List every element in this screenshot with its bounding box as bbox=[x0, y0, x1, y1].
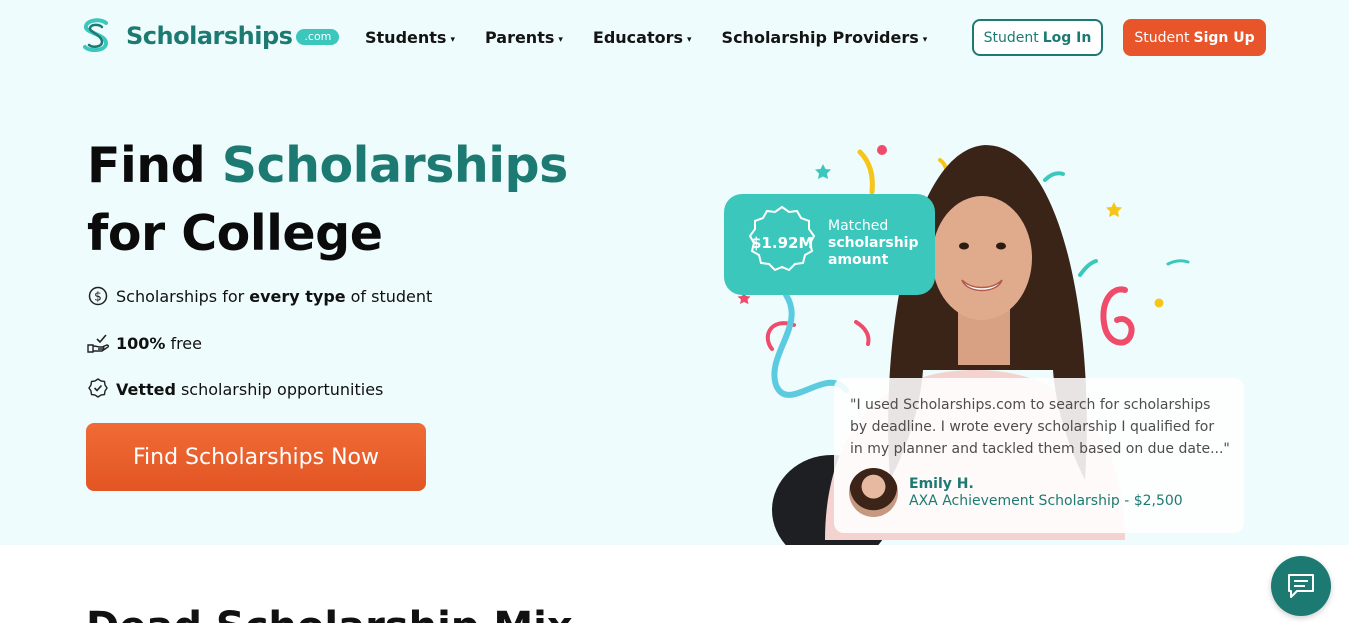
feature-1-pre: Scholarships for bbox=[116, 286, 245, 306]
feature-2-post: free bbox=[170, 333, 202, 353]
nav-students[interactable]: Students ▾ bbox=[365, 28, 455, 47]
signup-prefix: Student bbox=[1134, 29, 1190, 46]
confetti-six bbox=[1100, 286, 1135, 346]
feature-vetted: Vetted scholarship opportunities bbox=[87, 378, 383, 400]
confetti-ribbon bbox=[857, 149, 875, 195]
nav-scholarship-providers-label: Scholarship Providers bbox=[721, 28, 919, 47]
svg-text:$: $ bbox=[94, 290, 102, 304]
badge-label-line2: scholarship bbox=[828, 235, 919, 251]
feature-3-post: scholarship opportunities bbox=[180, 379, 384, 399]
confetti-dot bbox=[1154, 298, 1164, 308]
confetti-star bbox=[815, 164, 831, 179]
confetti-ribbon bbox=[1078, 259, 1098, 277]
matched-amount-label: Matched scholarship amount bbox=[828, 218, 928, 269]
avatar bbox=[849, 468, 898, 517]
site-header: Scholarships .com Students ▾ Parents ▾ E… bbox=[0, 0, 1349, 76]
scholarships-logo-icon bbox=[83, 18, 109, 53]
face bbox=[932, 196, 1032, 320]
confetti-ribbon bbox=[854, 320, 871, 346]
testimonial-award: AXA Achievement Scholarship - $2,500 bbox=[909, 493, 1183, 509]
login-bold: Log In bbox=[1042, 29, 1092, 46]
confetti-ribbon bbox=[1166, 259, 1190, 266]
confetti-star bbox=[1106, 202, 1122, 217]
feature-every-type: $ Scholarships for every type of student bbox=[87, 285, 432, 307]
login-prefix: Student bbox=[983, 29, 1039, 46]
logo-text: Scholarships bbox=[126, 22, 293, 50]
find-scholarships-now-button[interactable]: Find Scholarships Now bbox=[86, 423, 426, 491]
nav-students-label: Students bbox=[365, 28, 447, 47]
hand-check-icon bbox=[87, 332, 109, 354]
confetti-ribbon bbox=[1043, 171, 1065, 182]
chevron-down-icon: ▾ bbox=[558, 34, 563, 45]
confetti-ribbon bbox=[771, 292, 849, 398]
confetti-dot bbox=[877, 145, 887, 155]
hero-title: Find Scholarships for College bbox=[87, 132, 568, 268]
chat-icon bbox=[1288, 574, 1314, 598]
hero-title-accent: Scholarships bbox=[221, 137, 569, 194]
nav-scholarship-providers[interactable]: Scholarship Providers ▾ bbox=[722, 28, 928, 47]
main-nav: Students ▾ Parents ▾ Educators ▾ Scholar… bbox=[365, 28, 957, 47]
badge-label-line3: amount bbox=[828, 252, 889, 268]
chat-button[interactable] bbox=[1271, 556, 1331, 616]
student-signup-button[interactable]: Student Sign Up bbox=[1123, 19, 1266, 56]
nav-parents-label: Parents bbox=[484, 28, 555, 47]
feature-3-bold: Vetted bbox=[116, 379, 176, 399]
matched-amount-value: $1.92M bbox=[751, 234, 814, 252]
nav-educators[interactable]: Educators ▾ bbox=[593, 28, 692, 47]
chevron-down-icon: ▾ bbox=[687, 34, 692, 45]
feature-1-bold: every type bbox=[249, 286, 346, 306]
feature-2-bold: 100% bbox=[116, 333, 166, 353]
nav-educators-label: Educators bbox=[592, 28, 684, 47]
dollar-circle-icon: $ bbox=[87, 285, 109, 307]
testimonial-name: Emily H. bbox=[909, 476, 974, 492]
logo-suffix: .com bbox=[296, 29, 340, 45]
eye bbox=[959, 242, 969, 250]
chevron-down-icon: ▾ bbox=[450, 34, 455, 45]
signup-bold: Sign Up bbox=[1193, 29, 1255, 46]
feature-free: 100% free bbox=[87, 332, 202, 354]
student-login-button[interactable]: Student Log In bbox=[972, 19, 1103, 56]
testimonial-quote: "I used Scholarships.com to search for s… bbox=[850, 397, 1230, 457]
feature-1-post: of student bbox=[350, 286, 433, 306]
award-badge-icon bbox=[87, 378, 109, 400]
badge-label-line1: Matched bbox=[828, 218, 889, 234]
site-logo[interactable]: Scholarships .com bbox=[80, 16, 340, 56]
hero-title-plain: Find bbox=[87, 137, 206, 194]
eye bbox=[996, 242, 1006, 250]
hero-title-line2: for College bbox=[87, 205, 383, 262]
section-title: Dead Scholarship Mix bbox=[86, 604, 573, 623]
chevron-down-icon: ▾ bbox=[922, 34, 928, 45]
nav-parents[interactable]: Parents ▾ bbox=[485, 28, 563, 47]
